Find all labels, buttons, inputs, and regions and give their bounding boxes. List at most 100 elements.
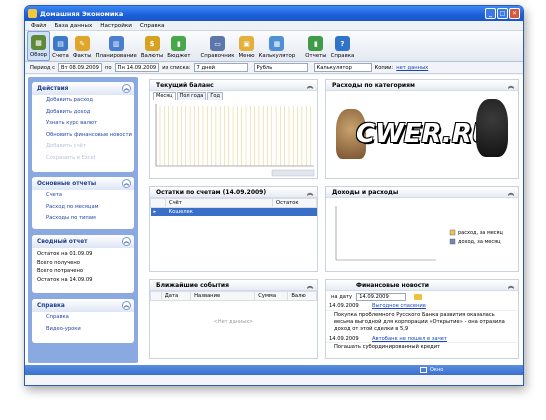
collapse-icon[interactable]: ︽ <box>508 81 514 90</box>
date-to-field[interactable]: Пн 14.09.2009 <box>114 63 160 72</box>
currency-select[interactable]: Рубль <box>253 63 308 72</box>
toolbar-button[interactable]: ▦ Обзор <box>27 31 51 61</box>
collapse-icon[interactable]: ︽ <box>122 237 131 246</box>
overview-icon: ▦ <box>31 35 47 50</box>
sidebar-link[interactable]: Расходы по типам <box>32 213 134 225</box>
toolbar-button[interactable]: ▥ Планирование <box>93 31 138 61</box>
toolbar-button[interactable]: ▮ Отчеты <box>303 31 328 61</box>
collapse-icon[interactable]: ︽ <box>307 188 313 197</box>
toolbar-button-label: Бюджет <box>167 53 191 59</box>
sidebar-link[interactable]: Добавить расход <box>32 95 134 107</box>
expenses-chart: CWER.RU <box>326 91 518 177</box>
toolbar-button[interactable]: ▮ Бюджет <box>165 31 192 61</box>
budget-icon: ▮ <box>171 36 187 51</box>
incexp-header: Доходы и расходы ︽ <box>326 187 518 198</box>
toolbar-button[interactable]: $ Валюты <box>139 31 165 61</box>
news-link[interactable]: Автобанк не пошел в зачет <box>372 335 447 343</box>
minimize-button[interactable]: _ <box>485 8 496 19</box>
toolbar-button[interactable]: ▤ Счета <box>50 31 71 61</box>
incexp-panel: Доходы и расходы ︽ расход, за месяц доход,… <box>325 186 519 272</box>
incexp-chart: расход, за месяц доход, за месяц <box>335 206 504 261</box>
directory-icon: ▭ <box>210 36 226 51</box>
news-date-field[interactable]: 14.09.2009 <box>356 292 407 301</box>
expenses-header: Расходы по категориям ︽ <box>326 80 518 91</box>
collapse-icon[interactable]: ︽ <box>307 81 313 90</box>
expenses-panel: Расходы по категориям ︽ CWER.RU <box>325 79 519 179</box>
sidebar-link[interactable]: Справка <box>32 312 134 324</box>
sidebar-link[interactable]: Расход по месяцам <box>32 202 134 214</box>
sidebar-link: Остаток на 01.09.09 <box>37 251 93 257</box>
news-link[interactable]: Выгодное спасение <box>372 302 426 310</box>
actions-box: Действия ︽ Добавить расход Добавить доход У… <box>32 82 134 172</box>
collapse-icon[interactable]: ︽ <box>122 84 131 93</box>
content-area: Действия ︽ Добавить расход Добавить доход У… <box>25 75 523 375</box>
toolbar-button[interactable]: ✎ Факты <box>71 31 94 61</box>
toolbar-button[interactable]: ? Справка <box>329 31 357 61</box>
menu-icon: ▣ <box>239 36 255 51</box>
account-balance <box>273 208 317 216</box>
toolbar-button[interactable]: ▣ Меню <box>237 31 257 61</box>
tab-1[interactable]: Месяц <box>153 92 176 100</box>
sidebar-link[interactable]: Обновить финансовые новости <box>32 130 134 142</box>
sidebar-link[interactable]: Добавить доход <box>32 107 134 119</box>
summary-header[interactable]: Сводный отчет ︽ <box>32 235 134 248</box>
status-bar: Окно <box>25 365 523 375</box>
collapse-icon[interactable]: ︽ <box>307 281 313 290</box>
sidebar-link[interactable]: Сохранить в Excel <box>32 153 134 165</box>
menu-item[interactable]: База данных <box>54 23 92 29</box>
news-item: 14.09.2009 Выгодное спасение <box>326 302 518 311</box>
sidebar-link[interactable]: Видео-уроки <box>32 324 134 336</box>
column-header: Дата <box>160 291 192 301</box>
sidebar-link: Всего получено <box>37 259 80 266</box>
to-label: по <box>104 64 112 71</box>
accounts-header: Остатки по счетам (14.09.2009) ︽ <box>150 187 317 198</box>
folder-icon[interactable] <box>414 293 423 300</box>
table-row[interactable]: ▸ Кошелек <box>150 207 317 216</box>
events-title: Ближайшие события <box>156 281 229 289</box>
column-header: Остаток <box>272 198 317 208</box>
sidebar-link[interactable]: Узнать курс валют <box>32 118 134 130</box>
sidebar-link: Остаток на 14.09.09 <box>37 276 93 283</box>
tab-2[interactable]: Пол года <box>176 92 207 100</box>
toolbar-button-label: Счета <box>52 53 69 59</box>
tab-3[interactable]: Год <box>207 92 223 100</box>
period-select[interactable]: 7 дней <box>193 63 248 72</box>
sidebar-link[interactable]: Счета <box>32 190 134 202</box>
news-date: 14.09.2009 <box>329 303 359 309</box>
collapse-icon[interactable]: ︽ <box>508 281 514 290</box>
reports-header[interactable]: Основные отчеты ︽ <box>32 177 134 190</box>
help-header[interactable]: Справка ︽ <box>32 299 134 312</box>
expenses-title: Расходы по категориям <box>332 81 415 89</box>
sidebar-link: Всего потрачено <box>37 268 84 274</box>
legend-swatch <box>449 238 456 245</box>
collapse-icon[interactable]: ︽ <box>122 179 131 188</box>
news-header: Финансовые новости ︽ <box>326 280 518 291</box>
maximize-button[interactable]: □ <box>497 8 508 19</box>
column-header: Сумма <box>254 291 289 301</box>
scrollbar[interactable] <box>271 169 315 177</box>
toolbar-button[interactable]: ▭ Справочник <box>199 31 237 61</box>
sidebar: Действия ︽ Добавить расход Добавить доход У… <box>28 77 138 363</box>
currency-icon: $ <box>144 36 160 51</box>
help-title: Справка <box>37 302 65 309</box>
menu-item[interactable]: Настройки <box>100 23 132 29</box>
toolbar-button[interactable]: ▦ Калькулятор <box>257 31 298 61</box>
status-text: Окно <box>430 367 444 373</box>
menu-item[interactable]: Файл <box>31 23 46 29</box>
toolbar: ▦ Обзор ▤ Счета ✎ Факты ▥ Планирование $ Валюты ▮ Б… <box>25 31 523 62</box>
row-marker-header <box>150 291 162 301</box>
sidebar-link[interactable]: Добавить счёт <box>32 141 134 153</box>
news-panel: Финансовые новости ︽ на дату 14.09.2009 1… <box>325 279 519 359</box>
calculator-select[interactable]: Калькулятор <box>313 63 372 72</box>
close-button[interactable]: ✕ <box>509 8 520 19</box>
collapse-icon[interactable]: ︽ <box>122 301 131 310</box>
date-from-field[interactable]: Вт 08.09.2009 <box>58 63 102 72</box>
filter-bar: Период с Вт 08.09.2009 по Пн 14.09.2009 … <box>25 62 523 74</box>
menu-item[interactable]: Справка <box>140 23 165 29</box>
balance-chart <box>155 104 315 177</box>
balance-tabs: Месяц Пол года Год <box>153 92 317 100</box>
copies-link[interactable]: нет данных <box>396 65 428 71</box>
actions-header[interactable]: Действия ︽ <box>32 82 134 95</box>
collapse-icon[interactable]: ︽ <box>508 188 514 197</box>
calendar-icon: ▥ <box>108 36 124 51</box>
